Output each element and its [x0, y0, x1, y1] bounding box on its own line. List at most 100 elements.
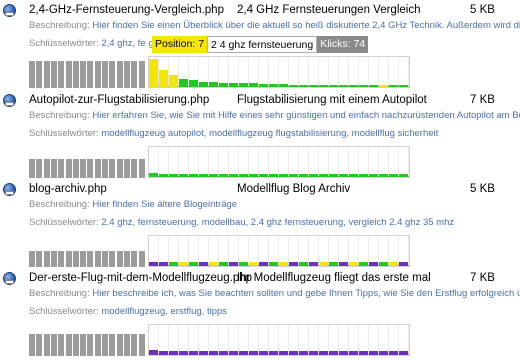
history-bar [116, 334, 123, 356]
history-bar [80, 251, 87, 267]
ranking-bar [179, 262, 188, 266]
history-bar [123, 61, 130, 88]
keywords-row: Schlüsselwörter: 2.4 ghz, fernsteuerung,… [29, 217, 520, 228]
traffic-history-bars [29, 146, 147, 178]
ranking-bar [279, 84, 288, 87]
page-size: 5 KB [470, 4, 495, 16]
tooltip-keyword: 2 4 ghz fernsteuerung [207, 36, 318, 53]
history-bar [109, 251, 116, 267]
history-bar [65, 334, 72, 356]
history-bar [50, 61, 57, 88]
history-bar [72, 251, 79, 267]
history-bar [138, 334, 145, 356]
ranking-bar [319, 351, 328, 355]
history-bar [94, 334, 101, 356]
ranking-bar [219, 83, 228, 87]
php-page-icon [3, 94, 16, 107]
ranking-bar [179, 351, 188, 355]
history-bar [123, 334, 130, 356]
page-title: Ihr Modellflugzeug fliegt das erste mal [237, 272, 431, 284]
history-bar [87, 61, 94, 88]
history-bar [58, 334, 65, 356]
history-bar [80, 334, 87, 356]
php-page-icon [3, 272, 16, 285]
ranking-bar [239, 174, 248, 177]
ranking-bar [299, 174, 308, 177]
ranking-bar [319, 85, 328, 87]
ranking-bar [189, 174, 198, 177]
history-bar [116, 251, 123, 267]
keywords-text: modellflugzeug, erstflug, tipps [101, 306, 228, 317]
ranking-bar [309, 351, 318, 355]
ranking-bar [289, 351, 298, 355]
history-bar [72, 334, 79, 356]
ranking-bar [339, 351, 348, 355]
ranking-bar [229, 83, 238, 87]
ranking-bar [249, 262, 258, 266]
ranking-bar [199, 174, 208, 177]
ranking-bar [309, 262, 318, 266]
history-bar [43, 251, 50, 267]
page-size: 7 KB [470, 94, 495, 106]
keyword-ranking-chart[interactable] [148, 324, 410, 356]
history-bar [65, 159, 72, 178]
ranking-bar [279, 174, 288, 177]
keyword-tooltip: Position: 7 2 4 ghz fernsteuerung Klicks… [152, 36, 369, 53]
history-bar [36, 251, 43, 267]
history-bar [50, 159, 57, 178]
ranking-bar [219, 262, 228, 266]
keyword-ranking-chart[interactable] [148, 146, 410, 178]
ranking-bar [159, 262, 168, 266]
history-bar [102, 61, 108, 88]
history-bar [29, 334, 35, 356]
ranking-bar [399, 351, 408, 355]
ranking-bar [169, 174, 178, 177]
ranking-bar [279, 262, 288, 266]
page-filename-link[interactable]: Autopilot-zur-Flugstabilisierung.php [29, 94, 209, 106]
ranking-bar [199, 262, 208, 266]
ranking-bar [189, 262, 198, 266]
ranking-bar [369, 174, 378, 177]
ranking-bar [359, 85, 368, 87]
page-entry: Der-erste-Flug-mit-dem-Modellflugzeug.ph… [0, 268, 520, 356]
tooltip-position: Position: 7 [152, 36, 208, 53]
ranking-bar [259, 351, 268, 355]
ranking-bar [219, 174, 228, 177]
history-bar [58, 61, 65, 88]
ranking-bar [229, 174, 238, 177]
history-bar [131, 251, 138, 267]
history-bar [29, 251, 35, 267]
ranking-bar [249, 351, 258, 355]
keywords-label: Schlüsselwörter: [29, 128, 99, 139]
history-bar [94, 159, 101, 178]
ranking-bar [399, 85, 408, 87]
traffic-history-bars [29, 324, 147, 356]
ranking-bar [399, 174, 408, 177]
ranking-bar [369, 262, 378, 266]
php-page-icon [3, 183, 16, 196]
ranking-bar [259, 174, 268, 177]
page-filename-link[interactable]: Der-erste-Flug-mit-dem-Modellflugzeug.ph… [29, 272, 252, 284]
ranking-bar [279, 351, 288, 355]
page-filename-link[interactable]: blog-archiv.php [29, 183, 107, 195]
history-bar [102, 334, 108, 356]
keyword-ranking-chart[interactable] [148, 235, 410, 267]
history-bar [80, 159, 87, 178]
ranking-bar [339, 174, 348, 177]
ranking-bar [309, 85, 318, 87]
ranking-bar [389, 85, 398, 87]
page-filename-link[interactable]: 2,4-GHz-Fernsteuerung-Vergleich.php [29, 4, 224, 16]
page-title: Flugstabilisierung mit einem Autopilot [237, 94, 427, 106]
ranking-bar [149, 262, 158, 266]
ranking-bar [159, 70, 168, 87]
history-bar [102, 159, 108, 178]
page-title: 2,4 GHz Fernsteuerungen Vergleich [237, 4, 421, 16]
history-bar [109, 61, 116, 88]
ranking-bar [319, 174, 328, 177]
history-bar [43, 61, 50, 88]
keyword-ranking-chart[interactable] [148, 56, 410, 88]
ranking-bar [159, 174, 168, 177]
history-bar [87, 251, 94, 267]
keywords-row: Schlüsselwörter: modellflugzeug autopilo… [29, 128, 520, 139]
history-bar [131, 159, 138, 178]
